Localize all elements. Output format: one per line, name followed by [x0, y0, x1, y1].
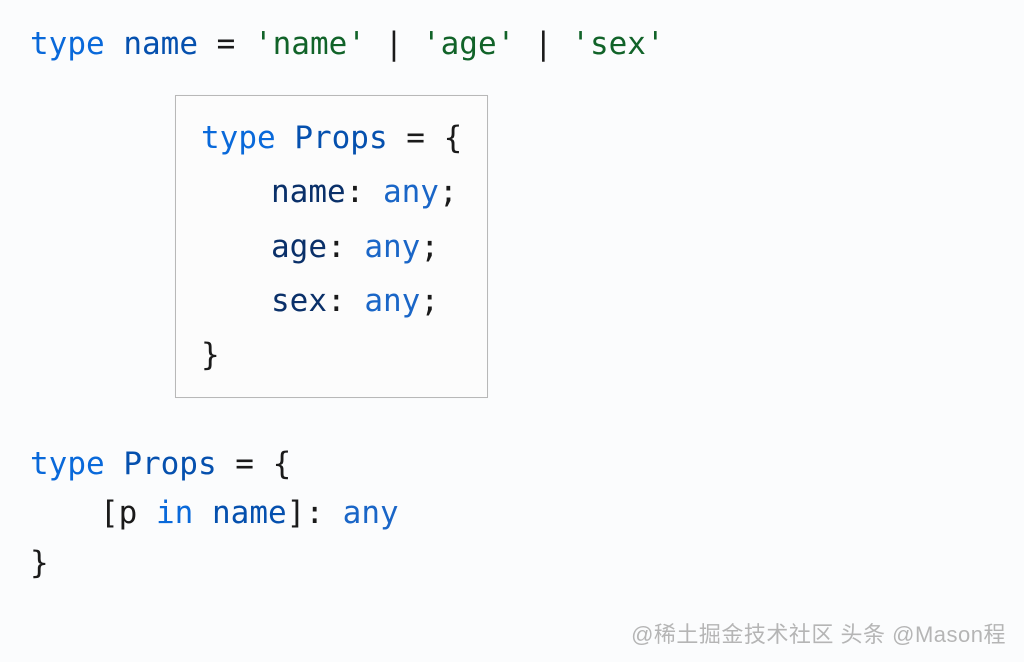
punct: = {	[388, 120, 463, 156]
close-brace: }	[201, 337, 220, 373]
tooltip-line-1: type Props = {	[201, 111, 462, 165]
open-bracket: [	[100, 495, 119, 531]
code-line-b3: }	[30, 539, 994, 589]
code-editor: type name = 'name' | 'age' | 'sex' type …	[30, 20, 994, 588]
type-identifier: name	[123, 26, 198, 62]
semicolon: ;	[439, 174, 458, 210]
keyword-type: type	[201, 120, 276, 156]
tooltip-line-3: age: any;	[201, 220, 462, 274]
colon: :	[327, 229, 364, 265]
code-line-b1: type Props = {	[30, 440, 994, 490]
code-line-1: type name = 'name' | 'age' | 'sex'	[30, 20, 994, 70]
param-p: p	[119, 495, 138, 531]
string-literal: 'sex'	[571, 26, 664, 62]
code-line-b2: [p in name]: any	[30, 489, 994, 539]
close-brace: }	[30, 545, 49, 581]
tooltip-line-5: }	[201, 328, 462, 382]
semicolon: ;	[420, 229, 439, 265]
type-any: any	[364, 229, 420, 265]
hover-tooltip: type Props = { name: any; age: any; sex:…	[175, 95, 488, 398]
type-any: any	[364, 283, 420, 319]
property-name: name	[271, 174, 346, 210]
pipe-operator: |	[366, 26, 422, 62]
type-ref-name: name	[212, 495, 287, 531]
keyword-type: type	[30, 446, 105, 482]
property-name: sex	[271, 283, 327, 319]
close-bracket-colon: ]:	[287, 495, 343, 531]
pipe-operator: |	[515, 26, 571, 62]
colon: :	[346, 174, 383, 210]
string-literal: 'age'	[422, 26, 515, 62]
keyword-in: in	[137, 495, 212, 531]
punct: = {	[217, 446, 292, 482]
colon: :	[327, 283, 364, 319]
property-name: age	[271, 229, 327, 265]
type-any: any	[383, 174, 439, 210]
semicolon: ;	[420, 283, 439, 319]
keyword-type: type	[30, 26, 105, 62]
tooltip-line-4: sex: any;	[201, 274, 462, 328]
watermark-text: @稀土掘金技术社区 头条 @Mason程	[631, 617, 1006, 652]
tooltip-line-2: name: any;	[201, 165, 462, 219]
code-block-bottom: type Props = { [p in name]: any }	[30, 440, 994, 589]
type-identifier: Props	[276, 120, 388, 156]
type-identifier: Props	[105, 446, 217, 482]
string-literal: 'name'	[254, 26, 366, 62]
type-any: any	[343, 495, 399, 531]
equals: =	[198, 26, 254, 62]
